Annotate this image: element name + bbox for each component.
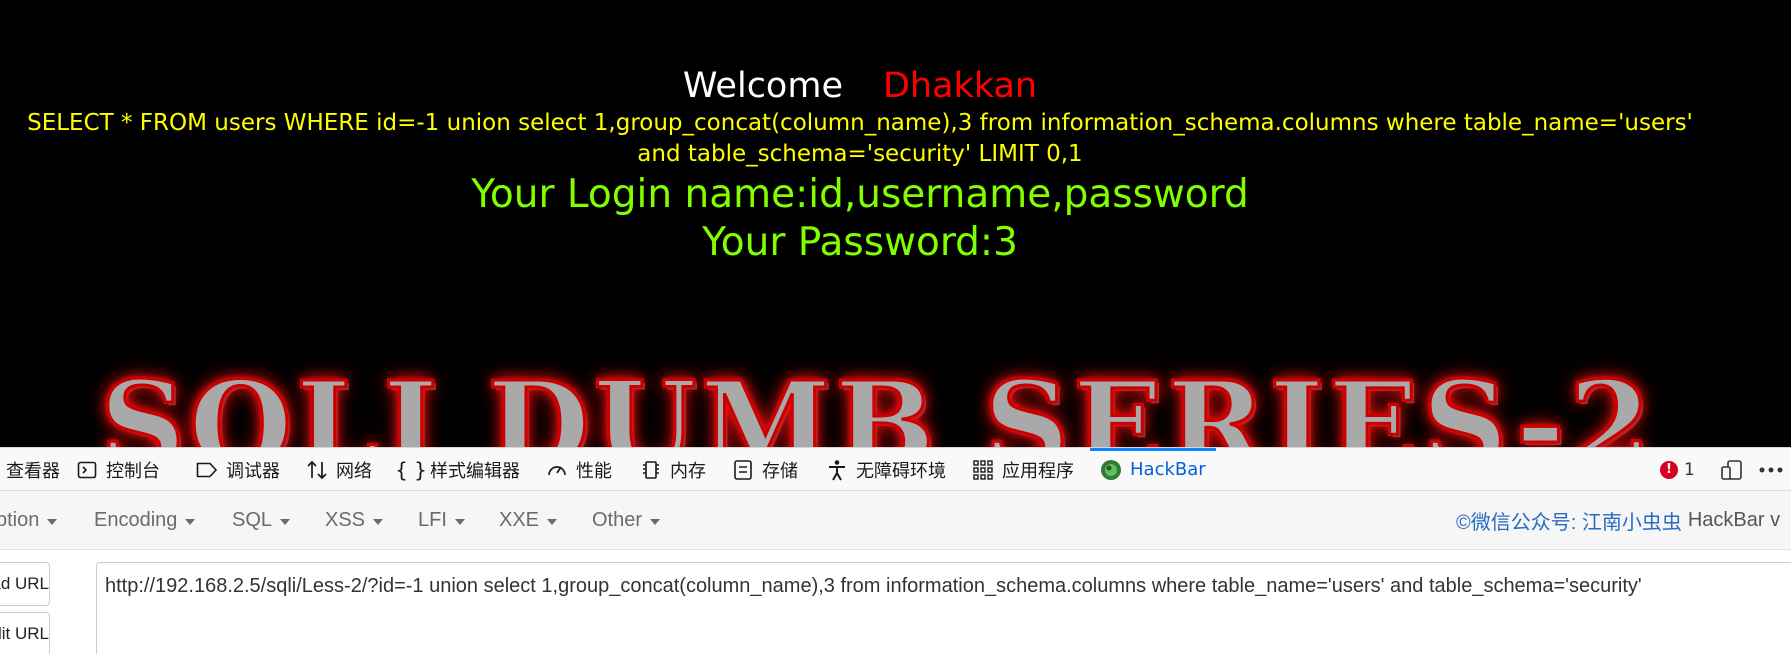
tab-performance[interactable]: 性能 (546, 448, 612, 491)
responsive-design-icon[interactable] (1720, 459, 1744, 481)
tab-label: 调试器 (226, 460, 280, 482)
menu-label: ption (0, 509, 40, 531)
error-counter[interactable]: ! 1 (1660, 448, 1695, 491)
chevron-down-icon (280, 518, 291, 525)
tab-label: 无障碍环境 (856, 460, 946, 482)
sqli-banner-logo: SQLI DUMB SERIES-2 (99, 354, 1653, 448)
accessibility-icon (826, 459, 848, 481)
tab-label: 网络 (336, 460, 372, 482)
tab-hackbar[interactable]: HackBar (1090, 448, 1216, 491)
error-count-value: 1 (1684, 459, 1695, 480)
network-icon (306, 459, 328, 481)
password-result: Your Password:3 (702, 220, 1018, 265)
login-name-result: Your Login name:id,username,password (471, 172, 1249, 217)
menu-encryption[interactable]: ption (0, 491, 58, 550)
application-icon (972, 459, 994, 481)
chevron-down-icon (650, 518, 661, 525)
tab-label: 性能 (576, 460, 612, 482)
menu-label: Other (592, 509, 643, 531)
tab-label: 样式编辑器 (430, 460, 520, 482)
tab-inspector[interactable]: 查看器 (6, 448, 60, 491)
chevron-down-icon (47, 518, 58, 525)
load-url-button[interactable]: ad URL (0, 562, 50, 606)
sql-query-text: SELECT * FROM users WHERE id=-1 union se… (27, 110, 1693, 167)
debugger-icon (196, 459, 218, 481)
menu-label: XSS (325, 509, 366, 531)
tab-label: HackBar (1130, 459, 1206, 480)
menu-xss[interactable]: XSS (325, 491, 384, 550)
hackbar-icon (1100, 459, 1122, 481)
menu-label: Encoding (94, 509, 178, 531)
chevron-down-icon (547, 518, 558, 525)
menu-label: XXE (499, 509, 540, 531)
tab-label: 查看器 (6, 460, 60, 482)
tab-accessibility[interactable]: 无障碍环境 (826, 448, 946, 491)
tab-label: 存储 (762, 460, 798, 482)
menu-label: SQL (232, 509, 273, 531)
page-content: Welcome Dhakkan SELECT * FROM users WHERE… (0, 0, 1791, 447)
menu-other[interactable]: Other (592, 491, 661, 550)
credit-link[interactable]: ©微信公众号: 江南小虫虫 (1456, 506, 1682, 535)
menu-encoding[interactable]: Encoding (94, 491, 196, 550)
console-icon (76, 459, 98, 481)
devtools-toolbar: 查看器 控制台 调试器 网络 { } 样式编辑器 性能 内存 存储 无障碍环境 … (0, 447, 1791, 491)
memory-icon (640, 459, 662, 481)
menu-label: LFI (418, 509, 447, 531)
menu-sql[interactable]: SQL (232, 491, 291, 550)
hackbar-version: HackBar v (1687, 509, 1781, 531)
chevron-down-icon (454, 518, 465, 525)
tab-storage[interactable]: 存储 (732, 448, 798, 491)
style-editor-icon: { } (395, 457, 427, 482)
url-input[interactable]: http://192.168.2.5/sqli/Less-2/?id=-1 un… (96, 562, 1791, 654)
chevron-down-icon (373, 518, 384, 525)
tab-label: 应用程序 (1002, 460, 1074, 482)
tab-memory[interactable]: 内存 (640, 448, 706, 491)
hackbar-body: ad URL plit URL http://192.168.2.5/sqli/… (0, 550, 1791, 654)
welcome-heading: Welcome Dhakkan (0, 62, 1720, 110)
performance-icon (546, 459, 568, 481)
tab-console[interactable]: 控制台 (76, 448, 160, 491)
tab-style-editor[interactable]: { } 样式编辑器 (395, 448, 520, 491)
split-url-button[interactable]: plit URL (0, 612, 50, 654)
welcome-username: Dhakkan (882, 66, 1038, 106)
hackbar-credit: ©微信公众号: 江南小虫虫 HackBar v (1456, 491, 1780, 550)
welcome-text: Welcome (682, 66, 843, 106)
tab-application[interactable]: 应用程序 (972, 448, 1074, 491)
hackbar-menu: ption Encoding SQL XSS LFI XXE Other ©微信… (0, 491, 1791, 550)
more-options-icon[interactable] (1757, 459, 1785, 481)
error-icon: ! (1660, 460, 1678, 479)
tab-network[interactable]: 网络 (306, 448, 372, 491)
chevron-down-icon (185, 518, 196, 525)
tab-debugger[interactable]: 调试器 (196, 448, 280, 491)
tab-label: 内存 (670, 460, 706, 482)
menu-lfi[interactable]: LFI (418, 491, 465, 550)
storage-icon (732, 459, 754, 481)
menu-xxe[interactable]: XXE (499, 491, 558, 550)
banner-logo-text: SQLI DUMB SERIES-2 (99, 354, 1653, 448)
tab-label: 控制台 (106, 460, 160, 482)
